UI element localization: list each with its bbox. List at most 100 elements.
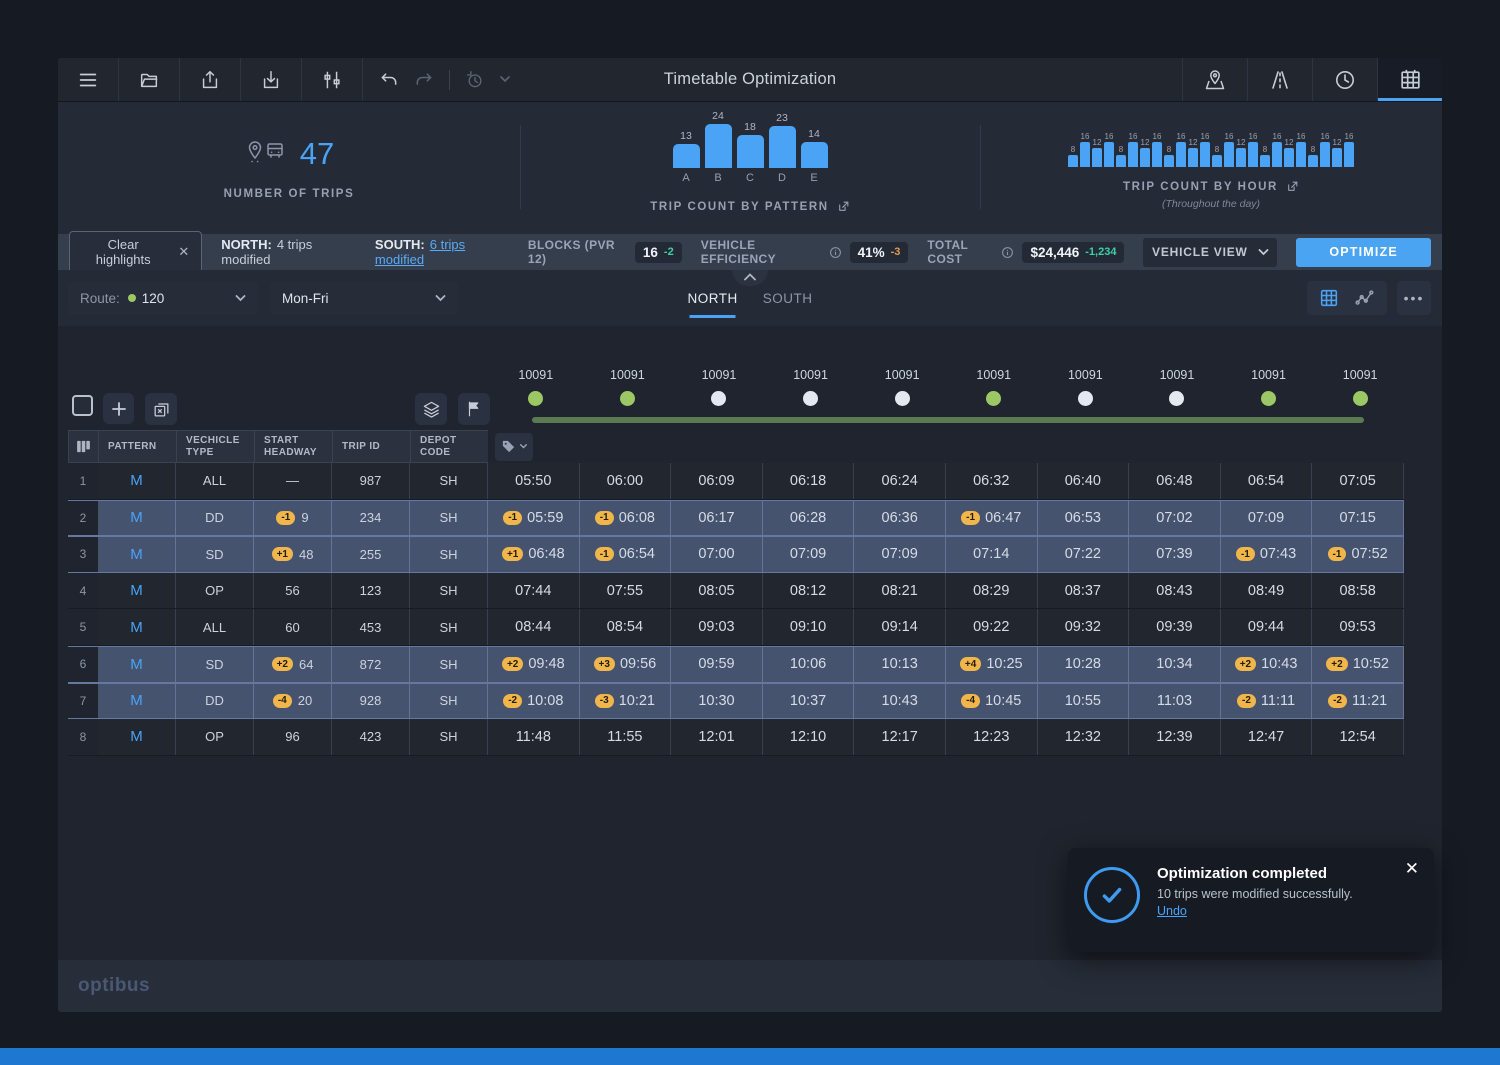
- time-cell[interactable]: 07:05: [1312, 463, 1404, 499]
- time-cell[interactable]: +309:56: [580, 647, 672, 682]
- headway-cell[interactable]: 60: [254, 609, 332, 645]
- table-row[interactable]: 4MOP56123SH07:4407:5508:0508:1208:2108:2…: [68, 573, 1404, 610]
- optimize-button[interactable]: OPTIMIZE: [1296, 238, 1431, 267]
- time-cell[interactable]: 08:43: [1129, 573, 1221, 609]
- select-all-checkbox[interactable]: [72, 395, 93, 416]
- time-cell[interactable]: 06:53: [1038, 501, 1130, 536]
- header-trip-id[interactable]: TRIP ID: [332, 430, 410, 463]
- trip-id-cell[interactable]: 234: [332, 501, 410, 536]
- clear-highlights-button[interactable]: Clear highlights✕: [69, 231, 202, 273]
- depot-code-cell[interactable]: SH: [410, 537, 488, 572]
- timeline-stop[interactable]: 10091: [490, 366, 582, 426]
- time-cell[interactable]: +106:48: [488, 537, 580, 572]
- time-cell[interactable]: -211:21: [1312, 684, 1404, 719]
- depot-code-cell[interactable]: SH: [410, 647, 488, 682]
- time-cell[interactable]: 09:10: [763, 609, 855, 645]
- table-mode-icon[interactable]: [1318, 287, 1340, 309]
- table-row[interactable]: 3MSD+148255SH+106:48-106:5407:0007:0907:…: [68, 536, 1404, 573]
- time-cell[interactable]: 08:58: [1312, 573, 1404, 609]
- map-view-button[interactable]: [1182, 58, 1247, 101]
- pattern-cell[interactable]: M: [98, 684, 176, 719]
- external-link-icon[interactable]: [1286, 180, 1299, 193]
- timeline-stop-dot[interactable]: [1078, 391, 1093, 406]
- headway-cell[interactable]: 56: [254, 573, 332, 609]
- time-cell[interactable]: 06:17: [671, 501, 763, 536]
- timeline-stop[interactable]: 10091: [765, 366, 857, 426]
- time-cell[interactable]: 09:22: [946, 609, 1038, 645]
- time-cell[interactable]: 11:03: [1129, 684, 1221, 719]
- vehicle-type-cell[interactable]: DD: [176, 501, 254, 536]
- timeline-stop[interactable]: 10091: [1040, 366, 1132, 426]
- time-cell[interactable]: 10:34: [1129, 647, 1221, 682]
- timeline-stop[interactable]: 10091: [1223, 366, 1315, 426]
- time-cell[interactable]: 10:06: [763, 647, 855, 682]
- tab-north[interactable]: NORTH: [685, 285, 739, 312]
- time-cell[interactable]: -105:59: [488, 501, 580, 536]
- time-cell[interactable]: 06:48: [1129, 463, 1221, 499]
- timeline-stop[interactable]: 10091: [673, 366, 765, 426]
- timeline-stop[interactable]: 10091: [856, 366, 948, 426]
- time-cell[interactable]: 12:17: [854, 719, 946, 755]
- time-cell[interactable]: 12:10: [763, 719, 855, 755]
- tab-south[interactable]: SOUTH: [761, 285, 815, 312]
- time-cell[interactable]: 10:13: [854, 647, 946, 682]
- time-cell[interactable]: 09:44: [1221, 609, 1313, 645]
- route-select[interactable]: Route: 120: [68, 281, 258, 315]
- pattern-cell[interactable]: M: [98, 573, 176, 609]
- columns-header-cell[interactable]: [68, 430, 98, 463]
- timeline-stop[interactable]: 10091: [1314, 366, 1406, 426]
- trip-id-cell[interactable]: 872: [332, 647, 410, 682]
- time-cell[interactable]: 12:47: [1221, 719, 1313, 755]
- headway-cell[interactable]: +264: [254, 647, 332, 682]
- headway-cell[interactable]: -420: [254, 684, 332, 719]
- time-cell[interactable]: 06:28: [763, 501, 855, 536]
- depot-code-cell[interactable]: SH: [410, 463, 488, 499]
- trip-id-cell[interactable]: 255: [332, 537, 410, 572]
- pattern-cell[interactable]: M: [98, 537, 176, 572]
- time-cell[interactable]: 12:54: [1312, 719, 1404, 755]
- trip-id-cell[interactable]: 987: [332, 463, 410, 499]
- vehicle-type-cell[interactable]: SD: [176, 537, 254, 572]
- time-cell[interactable]: 08:12: [763, 573, 855, 609]
- time-cell[interactable]: 10:37: [763, 684, 855, 719]
- timeline-stop[interactable]: 10091: [1131, 366, 1223, 426]
- table-row[interactable]: 8MOP96423SH11:4811:5512:0112:1012:1712:2…: [68, 719, 1404, 756]
- time-cell[interactable]: -211:11: [1221, 684, 1313, 719]
- header-vehicle-type[interactable]: VECHICLE TYPE: [176, 430, 254, 463]
- time-cell[interactable]: 07:02: [1129, 501, 1221, 536]
- road-view-button[interactable]: [1247, 58, 1312, 101]
- time-cell[interactable]: 07:39: [1129, 537, 1221, 572]
- time-cell[interactable]: 07:09: [1221, 501, 1313, 536]
- toast-close-icon[interactable]: ✕: [1405, 859, 1419, 879]
- time-cell[interactable]: +209:48: [488, 647, 580, 682]
- vehicle-type-cell[interactable]: ALL: [176, 463, 254, 499]
- time-cell[interactable]: -106:54: [580, 537, 672, 572]
- header-pattern[interactable]: PATTERN: [98, 430, 176, 463]
- time-cell[interactable]: 06:54: [1221, 463, 1313, 499]
- timeline-stop-dot[interactable]: [1353, 391, 1368, 406]
- undo-icon[interactable]: [379, 70, 399, 90]
- trip-id-cell[interactable]: 928: [332, 684, 410, 719]
- depot-code-cell[interactable]: SH: [410, 501, 488, 536]
- timeline-stop-dot[interactable]: [711, 391, 726, 406]
- flag-button[interactable]: [458, 393, 490, 425]
- time-cell[interactable]: +210:43: [1221, 647, 1313, 682]
- time-cell[interactable]: +410:25: [946, 647, 1038, 682]
- vehicle-type-cell[interactable]: SD: [176, 647, 254, 682]
- time-cell[interactable]: 07:15: [1312, 501, 1404, 536]
- time-view-button[interactable]: [1312, 58, 1377, 101]
- info-icon[interactable]: [829, 246, 842, 259]
- time-cell[interactable]: 09:14: [854, 609, 946, 645]
- graph-mode-icon[interactable]: [1352, 287, 1376, 309]
- timeline-stop[interactable]: 10091: [948, 366, 1040, 426]
- time-cell[interactable]: 11:48: [488, 719, 580, 755]
- time-cell[interactable]: 10:30: [671, 684, 763, 719]
- table-row[interactable]: 7MDD-420928SH-210:08-310:2110:3010:3710:…: [68, 683, 1404, 720]
- menu-button[interactable]: [58, 58, 119, 101]
- vehicle-type-cell[interactable]: OP: [176, 573, 254, 609]
- time-cell[interactable]: 06:00: [580, 463, 672, 499]
- add-trip-button[interactable]: [103, 393, 134, 424]
- import-button[interactable]: [241, 58, 302, 101]
- time-cell[interactable]: 07:09: [854, 537, 946, 572]
- settings-button[interactable]: [302, 58, 363, 101]
